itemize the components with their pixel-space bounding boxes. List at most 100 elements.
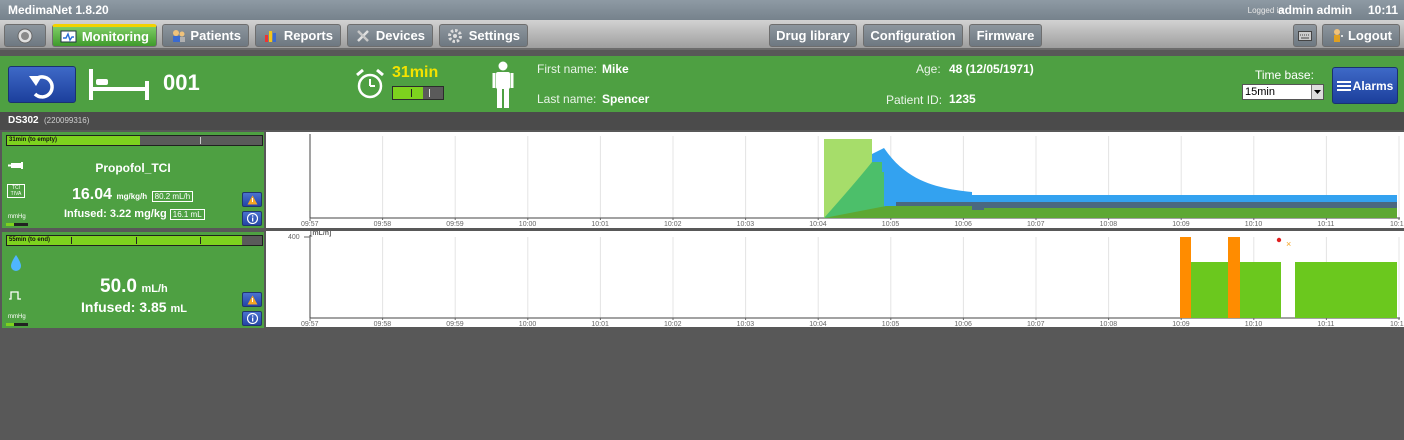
pump-1-rate-box: 80.2 mL/h (151, 191, 194, 202)
pump-2-rate: 50.0 mL/h (100, 276, 168, 298)
info-icon (246, 213, 258, 224)
alarm-marker (1276, 237, 1282, 243)
pump-panel-2[interactable]: 55min (to end) 50.0 mL/h Infused: 3.85 m… (2, 232, 264, 328)
rate-bar (1240, 262, 1281, 318)
tab-settings[interactable]: Settings (439, 24, 528, 47)
time-remaining: 31min (392, 64, 439, 81)
keyboard-icon (1298, 30, 1312, 41)
infusion-chart-1: 09:57 09:58 09:59 10:00 10:01 10:02 10:03 10:04… (266, 132, 1404, 228)
first-name-label: First name: (537, 62, 598, 76)
time-tick-label: 09:59 (446, 221, 464, 228)
time-tick-label: 10:07 (1027, 221, 1045, 228)
logged-in-user: admin admin (1277, 3, 1352, 17)
time-tick-label: 10:10 (1245, 221, 1263, 228)
time-tick-label: 10:05 (882, 221, 900, 228)
mmhg-label: mmHg (8, 314, 26, 320)
time-tick-label: 09:57 (301, 321, 319, 328)
time-tick-label: 10:09 (1172, 321, 1190, 328)
pump-1-rate-unit: mg/kg/h (116, 192, 148, 201)
device-serial: (220099316) (44, 116, 90, 125)
pump-panel-1[interactable]: 31min (to empty) Propofol_TCI TCI TIVA 1… (2, 132, 264, 228)
y-unit-label: [mL/h] (310, 231, 331, 237)
warning-icon (247, 295, 257, 304)
time-tick-label: 10:03 (737, 321, 755, 328)
time-remaining-fill (393, 87, 423, 99)
warning-button[interactable] (242, 292, 262, 307)
chevron-down-icon (1311, 85, 1323, 99)
rate-area (984, 208, 1397, 218)
patient-id-label: Patient ID: (886, 93, 943, 107)
patient-id-value: 1235 (949, 92, 976, 106)
rate-bar (1191, 262, 1228, 318)
firmware-button[interactable]: Firmware (969, 24, 1042, 47)
bar-tick (200, 237, 201, 244)
y-max-label: 400 (288, 234, 300, 241)
warning-button[interactable] (242, 192, 262, 207)
warning-icon (247, 195, 257, 204)
bed-number: 001 (163, 70, 200, 95)
time-tick-label: 10:04 (809, 221, 827, 228)
person-icon (492, 61, 514, 108)
last-name-label: Last name: (537, 92, 597, 106)
logout-button[interactable]: Logout (1322, 24, 1400, 47)
info-button[interactable] (242, 211, 262, 226)
back-button[interactable] (8, 66, 76, 103)
monitor-icon (60, 30, 77, 43)
tab-reports[interactable]: Reports (255, 24, 341, 47)
pressure-bar (6, 223, 28, 226)
pump-1-progress-bar: 31min (to empty) (6, 135, 263, 146)
timebase-select[interactable]: 15min (1242, 84, 1324, 100)
pump-2-infused-label: Infused: 3.85 (81, 299, 167, 315)
pump-2-rate-value: 50.0 (100, 276, 137, 297)
pump-2-infused: Infused: 3.85 mL (81, 299, 187, 315)
time-tick-label: 10:08 (1100, 321, 1118, 328)
time-tick-label: 10:00 (519, 321, 537, 328)
drug-library-button[interactable]: Drug library (769, 24, 857, 47)
tab-reports-label: Reports (283, 28, 333, 43)
tci-badge-icon: TCI TIVA (7, 184, 25, 198)
tab-devices[interactable]: Devices (347, 24, 433, 47)
time-tick-label: 10:01 (591, 221, 609, 228)
time-tick-label: 10:01 (591, 321, 609, 328)
time-tick-label: 10:06 (954, 221, 972, 228)
app-title: MedimaNet 1.8.20 (8, 3, 109, 17)
keyboard-button[interactable] (1293, 24, 1317, 47)
bar-tick (200, 137, 201, 144)
first-name-value: Mike (602, 62, 629, 76)
pressure-bar (6, 323, 28, 326)
clock: 10:11 (1367, 3, 1398, 17)
warning-marker: × (1286, 239, 1291, 249)
info-button[interactable] (242, 311, 262, 326)
infusion-chart-2: 09:57 09:58 09:59 10:00 10:01 10:02 10:03 10:04… (266, 231, 1404, 328)
power-button[interactable] (4, 24, 46, 47)
time-tick-label: 10:06 (954, 321, 972, 328)
bar-tick (411, 89, 412, 97)
pump-1-infused-box: 16.1 mL (169, 209, 205, 220)
menu-icon (1336, 80, 1351, 91)
last-name-value: Spencer (602, 92, 650, 106)
power-icon (17, 28, 33, 43)
tab-patients[interactable]: Patients (162, 24, 249, 47)
drug-library-label: Drug library (776, 28, 850, 43)
alarms-button[interactable]: Alarms (1332, 67, 1398, 104)
configuration-button[interactable]: Configuration (863, 24, 963, 47)
logout-label: Logout (1347, 28, 1392, 43)
alarm-clock-icon (356, 68, 384, 99)
rate-area (972, 210, 984, 218)
tools-icon (357, 30, 369, 42)
time-tick-label: 10:09 (1172, 221, 1190, 228)
time-tick-label: 09:59 (446, 321, 464, 328)
time-remaining-bar (392, 86, 444, 100)
mmhg-label: mmHg (8, 214, 26, 220)
configuration-label: Configuration (870, 28, 956, 43)
menu-bar: Monitoring Patients Reports Devices Sett… (0, 20, 1404, 50)
pulse-mode-icon (9, 291, 21, 300)
time-tick-label: 10:02 (664, 321, 682, 328)
infusion-chart-2-plot: 09:57 09:58 09:59 10:00 10:01 10:02 10:03 10:04… (288, 231, 1404, 328)
reports-icon (265, 31, 276, 42)
rate-bar (1295, 262, 1397, 318)
pump-2-progress-text: 55min (to end) (9, 237, 51, 243)
tab-monitoring[interactable]: Monitoring (52, 24, 157, 47)
bolus-bar (1180, 237, 1191, 318)
infusion-chart-1-plot: 09:57 09:58 09:59 10:00 10:01 10:02 10:03 10:04… (301, 134, 1404, 228)
